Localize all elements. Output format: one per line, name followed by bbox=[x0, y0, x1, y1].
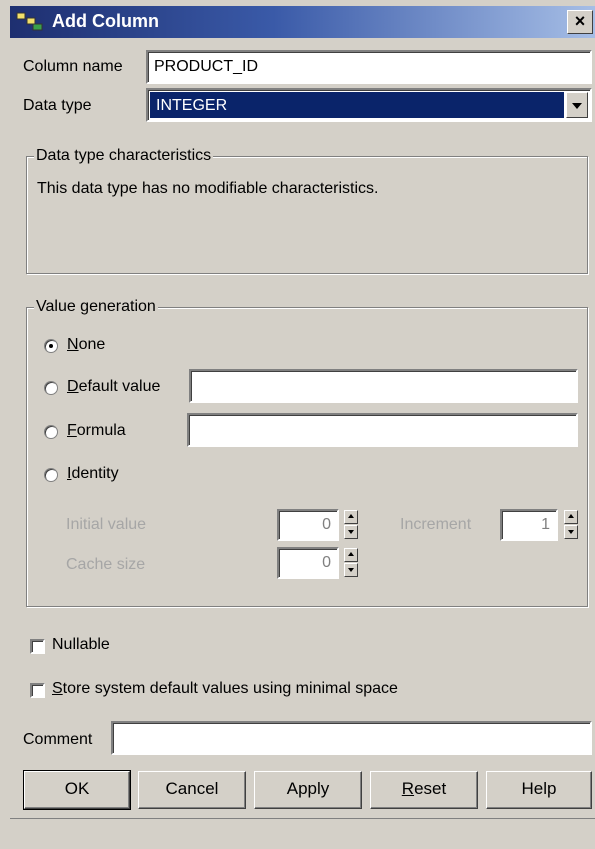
increment-value: 1 bbox=[541, 516, 550, 533]
increment-label: Increment bbox=[400, 516, 472, 533]
window-title: Add Column bbox=[52, 11, 159, 31]
increment-spinner[interactable] bbox=[564, 510, 578, 540]
initial-value-spinner[interactable] bbox=[344, 510, 358, 540]
radio-formula-label: Formula bbox=[67, 422, 126, 439]
apply-label: Apply bbox=[286, 779, 330, 798]
radio-default-label: Default value bbox=[67, 378, 161, 395]
column-name-label: Column name bbox=[23, 58, 123, 75]
characteristics-group bbox=[26, 156, 588, 274]
value-generation-legend: Value generation bbox=[34, 298, 158, 316]
default-value-input[interactable] bbox=[189, 369, 578, 403]
reset-label: Reset bbox=[401, 779, 447, 798]
radio-none-indicator[interactable] bbox=[44, 339, 58, 353]
spin-up-icon[interactable] bbox=[564, 510, 578, 524]
spin-up-icon[interactable] bbox=[344, 548, 358, 562]
ok-button[interactable]: OK bbox=[23, 770, 131, 810]
spin-down-icon[interactable] bbox=[344, 525, 358, 539]
reset-button[interactable]: Reset bbox=[370, 771, 478, 809]
column-name-input[interactable]: PRODUCT_ID bbox=[146, 50, 592, 84]
initial-value-label: Initial value bbox=[66, 516, 147, 533]
help-button[interactable]: Help bbox=[486, 771, 592, 809]
spin-down-icon[interactable] bbox=[344, 563, 358, 577]
close-button[interactable]: × bbox=[567, 10, 593, 34]
spin-up-icon[interactable] bbox=[344, 510, 358, 524]
radio-formula-indicator[interactable] bbox=[44, 425, 58, 439]
increment-input[interactable]: 1 bbox=[500, 509, 558, 541]
store-minimal-label: Store system default values using minima… bbox=[52, 680, 398, 697]
cache-size-value: 0 bbox=[322, 554, 331, 571]
data-type-select[interactable]: INTEGER bbox=[146, 88, 592, 122]
apply-button[interactable]: Apply bbox=[254, 771, 362, 809]
cache-size-label: Cache size bbox=[66, 556, 146, 573]
characteristics-text: This data type has no modifiable charact… bbox=[37, 180, 379, 197]
radio-identity[interactable]: Identity bbox=[44, 465, 184, 487]
initial-value-value: 0 bbox=[322, 516, 331, 533]
characteristics-legend: Data type characteristics bbox=[34, 147, 214, 165]
nullable-checkbox[interactable]: Nullable bbox=[30, 636, 150, 658]
nullable-label: Nullable bbox=[52, 636, 110, 653]
title-bar[interactable]: Add Column × bbox=[10, 6, 595, 38]
comment-label: Comment bbox=[23, 731, 93, 748]
radio-identity-indicator[interactable] bbox=[44, 468, 58, 482]
radio-none[interactable]: None bbox=[44, 336, 164, 358]
column-name-value: PRODUCT_ID bbox=[154, 58, 259, 75]
store-minimal-checkbox-box[interactable] bbox=[30, 683, 45, 698]
cancel-button[interactable]: Cancel bbox=[138, 771, 246, 809]
chevron-down-icon[interactable] bbox=[566, 92, 588, 118]
radio-default-indicator[interactable] bbox=[44, 381, 58, 395]
comment-input[interactable] bbox=[111, 721, 592, 755]
radio-default-value[interactable]: Default value bbox=[44, 378, 184, 400]
formula-input[interactable] bbox=[187, 413, 578, 447]
radio-formula[interactable]: Formula bbox=[44, 422, 184, 444]
data-type-label: Data type bbox=[23, 97, 92, 114]
radio-none-label: None bbox=[67, 336, 106, 353]
app-icon bbox=[16, 12, 43, 31]
spin-down-icon[interactable] bbox=[564, 525, 578, 539]
radio-identity-label: Identity bbox=[67, 465, 119, 482]
cache-size-spinner[interactable] bbox=[344, 548, 358, 578]
cache-size-input[interactable]: 0 bbox=[277, 547, 339, 579]
initial-value-input[interactable]: 0 bbox=[277, 509, 339, 541]
store-minimal-checkbox[interactable]: Store system default values using minima… bbox=[30, 680, 470, 702]
close-icon: × bbox=[574, 11, 586, 31]
data-type-value: INTEGER bbox=[150, 92, 564, 118]
nullable-checkbox-box[interactable] bbox=[30, 639, 45, 654]
status-divider bbox=[10, 818, 595, 819]
